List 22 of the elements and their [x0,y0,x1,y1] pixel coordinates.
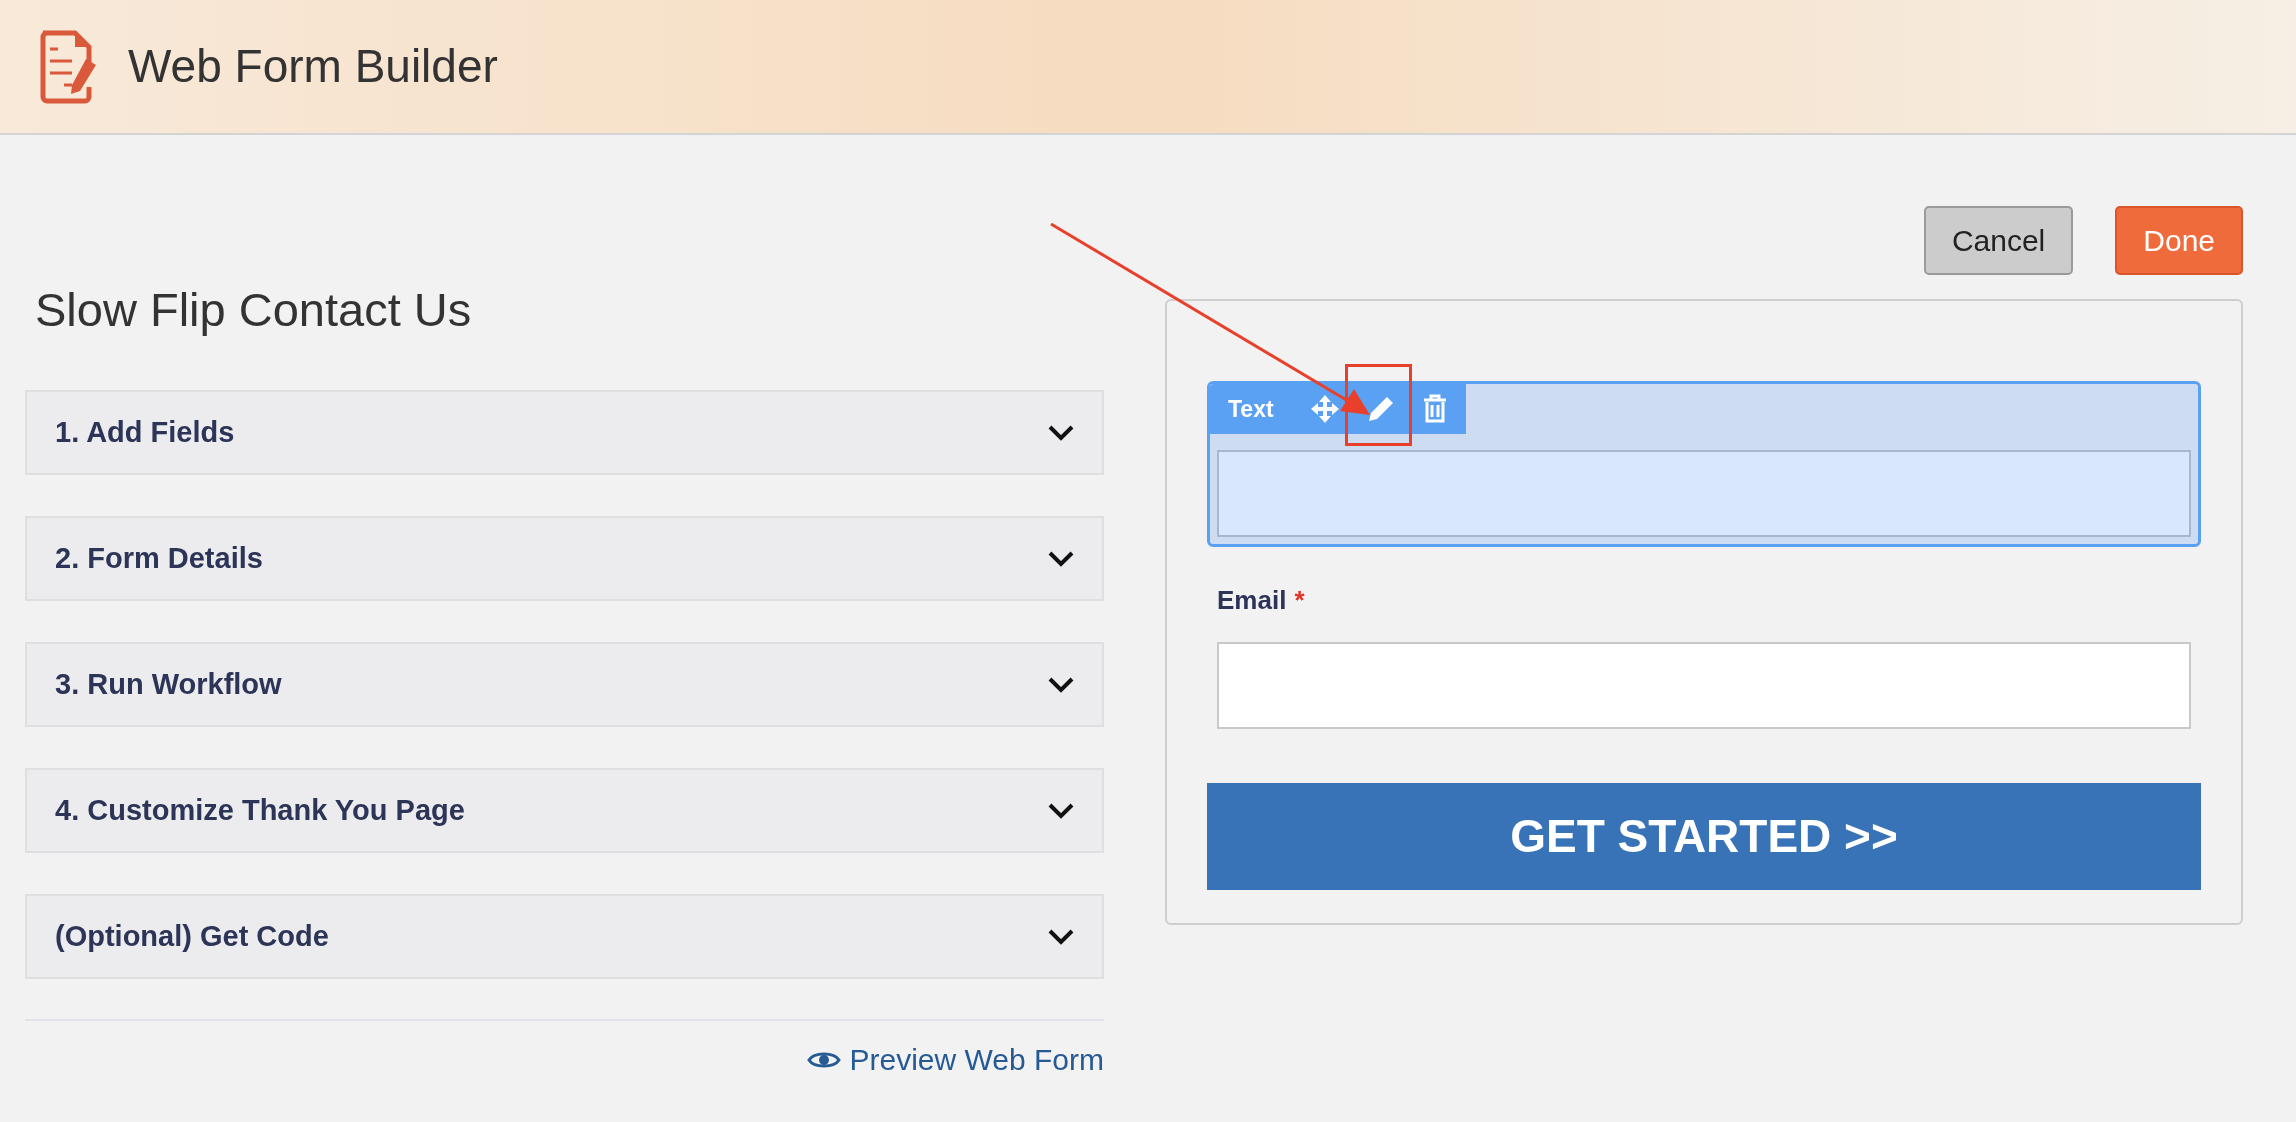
accordion-section[interactable]: 4. Customize Thank You Page [25,768,1104,853]
chevron-icon [1048,424,1074,441]
chevron-icon [1048,676,1074,693]
get-started-button[interactable]: GET STARTED >> [1207,783,2201,890]
trash-icon[interactable] [1421,394,1448,424]
required-mark: * [1294,584,1305,617]
accordion-section[interactable]: 3. Run Workflow [25,642,1104,727]
chevron-icon [1048,802,1074,819]
preview-link[interactable]: Preview Web Form [807,1037,1104,1082]
field-type-label: Text [1210,384,1292,434]
form-title: Slow Flip Contact Us [35,286,473,338]
chevron-icon [1048,928,1074,945]
text-input-field[interactable] [1217,450,2191,537]
app-title: Web Form Builder [128,39,498,94]
accordion-section[interactable]: 2. Form Details [25,516,1104,601]
email-input-field[interactable] [1217,642,2191,729]
cancel-button[interactable]: Cancel [1923,206,2074,275]
accordion-section[interactable]: 1. Add Fields [25,390,1104,475]
accordion-section[interactable]: (Optional) Get Code [25,894,1104,979]
move-icon[interactable] [1309,394,1340,424]
chevron-icon [1048,550,1074,567]
field-label: Email [1217,584,1287,617]
